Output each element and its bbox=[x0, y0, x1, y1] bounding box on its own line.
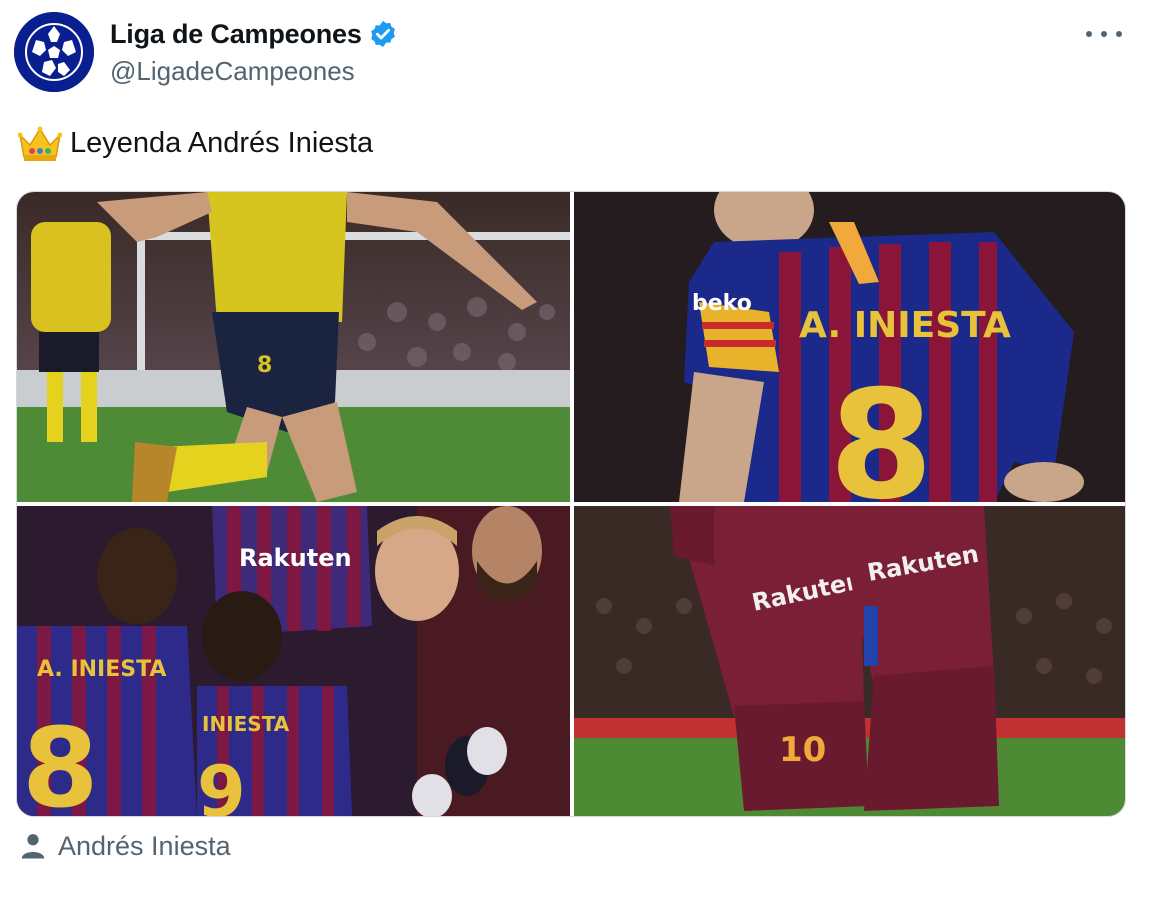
jersey-name: A. INIESTA bbox=[799, 305, 1011, 346]
second-jersey-number: 9 bbox=[197, 751, 246, 816]
jersey-number: 8 bbox=[22, 704, 99, 816]
avatar[interactable] bbox=[14, 12, 94, 92]
photo-3[interactable]: Rakuten A. INIESTA 8 INIESTA 9 bbox=[17, 506, 570, 816]
dot bbox=[1086, 31, 1092, 37]
jersey-number: 10 bbox=[779, 730, 826, 770]
dot bbox=[1101, 31, 1107, 37]
photo-celebration-image: Rakuten A. INIESTA 8 INIESTA 9 bbox=[17, 506, 570, 816]
second-jersey-name: INIESTA bbox=[202, 712, 290, 736]
crown-icon bbox=[17, 123, 63, 163]
tweet-text-content: Leyenda Andrés Iniesta bbox=[70, 126, 374, 159]
photo-iniesta-back-image: beko A. INIESTA 8 bbox=[574, 192, 1125, 502]
display-name[interactable]: Liga de Campeones bbox=[110, 19, 362, 50]
champions-league-ball-icon bbox=[14, 12, 94, 92]
tagged-person[interactable]: Andrés Iniesta bbox=[18, 826, 231, 866]
user-handle[interactable]: @LigadeCampeones bbox=[110, 56, 355, 87]
jersey-name: A. INIESTA bbox=[37, 657, 166, 682]
jersey-number: 8 bbox=[829, 359, 933, 502]
photo-2[interactable]: beko A. INIESTA 8 bbox=[574, 192, 1125, 502]
photo-1[interactable]: 8 bbox=[17, 192, 570, 502]
sleeve-sponsor: beko bbox=[692, 291, 752, 316]
sponsor-text: Rakuten bbox=[239, 544, 352, 572]
person-icon bbox=[18, 831, 48, 861]
author-name-row[interactable]: Liga de Campeones bbox=[110, 14, 398, 54]
svg-text:8: 8 bbox=[257, 353, 272, 378]
photo-garnet-kit-image: Rakuten 10 Rakuten bbox=[574, 506, 1125, 816]
verified-badge-icon bbox=[368, 19, 398, 49]
tagged-name[interactable]: Andrés Iniesta bbox=[58, 831, 231, 862]
more-options-icon[interactable] bbox=[1086, 22, 1122, 46]
media-grid: 8 beko A. INIESTA 8 Rakuten A. INIESTA 8… bbox=[16, 191, 1126, 817]
photo-4[interactable]: Rakuten 10 Rakuten bbox=[574, 506, 1125, 816]
photo-yellow-kit-image: 8 bbox=[17, 192, 570, 502]
dot bbox=[1116, 31, 1122, 37]
tweet-text: Leyenda Andrés Iniesta bbox=[17, 122, 374, 164]
